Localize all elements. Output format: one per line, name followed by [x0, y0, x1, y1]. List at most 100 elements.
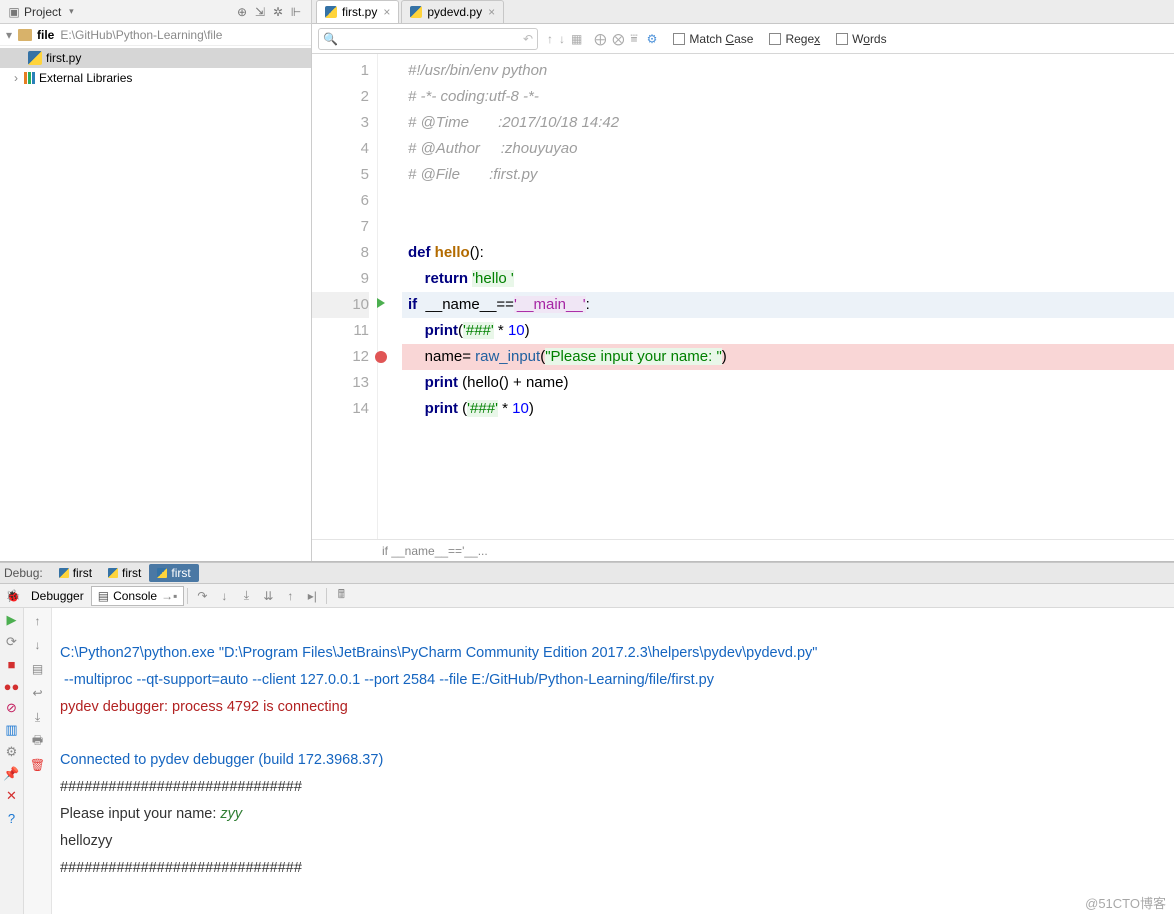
words-checkbox[interactable]: Words [836, 32, 886, 46]
tab-label: pydevd.py [427, 5, 482, 19]
console-line: hellozyy [60, 833, 112, 849]
step-into-my-icon[interactable]: ⤓ [235, 585, 257, 607]
down-icon[interactable]: ↓ [29, 636, 47, 654]
console-line: Please input your name: zyy [60, 806, 242, 822]
code-line[interactable]: name= raw_input("Please input your name:… [402, 344, 1174, 370]
code-line[interactable]: print (hello() + name) [402, 370, 1174, 396]
tab-pydevd[interactable]: pydevd.py × [401, 0, 504, 23]
find-toolbar: 🔍 ↶ ↑ ↓ ▦ ⨁ ⨂ ⩸ ⚙ Match Case Regex Words [312, 24, 1174, 54]
code-line[interactable] [402, 188, 1174, 214]
debug-tab-2[interactable]: first [149, 564, 198, 582]
code-line[interactable] [402, 214, 1174, 240]
code-line[interactable]: print('###' * 10) [402, 318, 1174, 344]
debug-tab-0[interactable]: first [51, 564, 100, 582]
scroll-end-icon[interactable]: ⤓ [29, 708, 47, 726]
filter-icon[interactable]: ▤ [29, 660, 47, 678]
collapse-icon[interactable]: ⇲ [251, 5, 269, 19]
project-root-row[interactable]: ▾ file E:\GitHub\Python-Learning\file [0, 24, 311, 46]
caret-down-icon: ▾ [6, 28, 16, 42]
run-to-cursor-icon[interactable]: ▸| [301, 585, 323, 607]
code-line[interactable]: # -*- coding:utf-8 -*- [402, 84, 1174, 110]
find-input[interactable] [338, 32, 523, 46]
bug-icon[interactable]: 🐞 [2, 585, 24, 607]
find-input-box[interactable]: 🔍 ↶ [318, 28, 538, 50]
find-nav: ↑ ↓ ▦ [544, 32, 585, 46]
next-icon[interactable]: ↓ [556, 32, 568, 46]
project-icon: ▣ [6, 4, 22, 20]
settings-icon[interactable]: ⚙ [4, 744, 20, 760]
python-file-icon [325, 6, 337, 18]
layout-icon[interactable]: ▥ [4, 722, 20, 738]
close-icon[interactable]: × [488, 5, 495, 19]
evaluate-icon[interactable]: 🖩 [330, 585, 352, 607]
close-icon[interactable]: × [383, 5, 390, 19]
console-tab-button[interactable]: ▤Console→▪ [91, 586, 185, 606]
editor-tabs: first.py × pydevd.py × [312, 0, 1174, 24]
history-icon[interactable]: ↶ [523, 32, 533, 46]
match-case-checkbox[interactable]: Match Case [673, 32, 753, 46]
hide-icon[interactable]: ⊩ [287, 5, 305, 19]
code-editor[interactable]: 1234567891011121314 #!/usr/bin/env pytho… [312, 54, 1174, 539]
debug-tab-1[interactable]: first [100, 564, 149, 582]
mute-breakpoints-icon[interactable]: ⊘ [4, 700, 20, 716]
print-icon[interactable]: 🖶 [29, 732, 47, 750]
code-line[interactable]: def hello(): [402, 240, 1174, 266]
step-into-icon[interactable]: ↓ [213, 585, 235, 607]
tree-external-libraries[interactable]: › External Libraries [0, 68, 311, 88]
select-occurrences-icon[interactable]: ⩸ [627, 31, 640, 46]
soft-wrap-icon[interactable]: ↩ [29, 684, 47, 702]
resume-icon[interactable]: ⟳ [4, 634, 20, 650]
folder-icon [18, 29, 32, 41]
code-line[interactable]: # @File :first.py [402, 162, 1174, 188]
code-line[interactable]: print ('###' * 10) [402, 396, 1174, 422]
breadcrumb[interactable]: if __name__=='__... [312, 539, 1174, 561]
tree-file-first[interactable]: first.py [0, 48, 311, 68]
gear-icon[interactable]: ✲ [269, 5, 287, 19]
close-debug-icon[interactable]: ✕ [4, 788, 20, 804]
add-selection-icon[interactable]: ⨁ [591, 32, 609, 46]
tree-file-label: first.py [46, 51, 81, 65]
tab-first[interactable]: first.py × [316, 0, 399, 23]
code-line[interactable]: #!/usr/bin/env python [402, 58, 1174, 84]
debug-side-actions: ▶ ⟳ ■ ●● ⊘ ▥ ⚙ 📌 ✕ ? [0, 608, 24, 914]
stop-icon[interactable]: ■ [4, 656, 20, 672]
code-line[interactable]: # @Time :2017/10/18 14:42 [402, 110, 1174, 136]
find-gear-icon[interactable]: ⚙ [647, 32, 658, 46]
gutter[interactable]: 1234567891011121314 [312, 54, 378, 539]
select-all-icon[interactable]: ▦ [568, 32, 585, 46]
libraries-icon [24, 72, 35, 84]
console-line: Process finished with exit code 0 [60, 913, 270, 914]
step-out-icon[interactable]: ↑ [279, 585, 301, 607]
find-opts: ⨁ ⨂ ⩸ [591, 31, 640, 46]
up-icon[interactable]: ↑ [29, 612, 47, 630]
step-over-icon[interactable]: ↷ [191, 585, 213, 607]
target-icon[interactable]: ⊕ [233, 5, 251, 19]
python-file-icon [28, 51, 42, 65]
console-line: ############################## [60, 779, 302, 795]
code-lines[interactable]: #!/usr/bin/env python# -*- coding:utf-8 … [398, 54, 1174, 539]
clear-icon[interactable]: 🗑 [29, 756, 47, 774]
project-title[interactable]: Project [24, 5, 61, 19]
search-icon: 🔍 [323, 32, 338, 46]
console-line: --multiproc --qt-support=auto --client 1… [60, 672, 714, 688]
remove-selection-icon[interactable]: ⨂ [609, 32, 627, 46]
debugger-tab-button[interactable]: Debugger [24, 586, 91, 606]
code-line[interactable]: if __name__=='__main__': [402, 292, 1174, 318]
rerun-icon[interactable]: ▶ [4, 612, 20, 628]
caret-right-icon: › [14, 71, 24, 85]
code-line[interactable]: return 'hello ' [402, 266, 1174, 292]
force-step-icon[interactable]: ⇊ [257, 585, 279, 607]
regex-checkbox[interactable]: Regex [769, 32, 820, 46]
view-breakpoints-icon[interactable]: ●● [4, 678, 20, 694]
help-icon[interactable]: ? [4, 810, 20, 826]
prev-icon[interactable]: ↑ [544, 32, 556, 46]
debug-label: Debug: [4, 566, 43, 580]
pin-icon[interactable]: 📌 [4, 766, 20, 782]
console-line: pydev debugger: process 4792 is connecti… [60, 699, 348, 715]
console-output[interactable]: C:\Python27\python.exe "D:\Program Files… [52, 608, 1174, 914]
dropdown-icon[interactable]: ▾ [63, 4, 79, 20]
tab-label: first.py [342, 5, 377, 19]
code-line[interactable]: # @Author :zhouyuyao [402, 136, 1174, 162]
root-name: file [37, 28, 54, 42]
gutter-marks [378, 54, 398, 539]
